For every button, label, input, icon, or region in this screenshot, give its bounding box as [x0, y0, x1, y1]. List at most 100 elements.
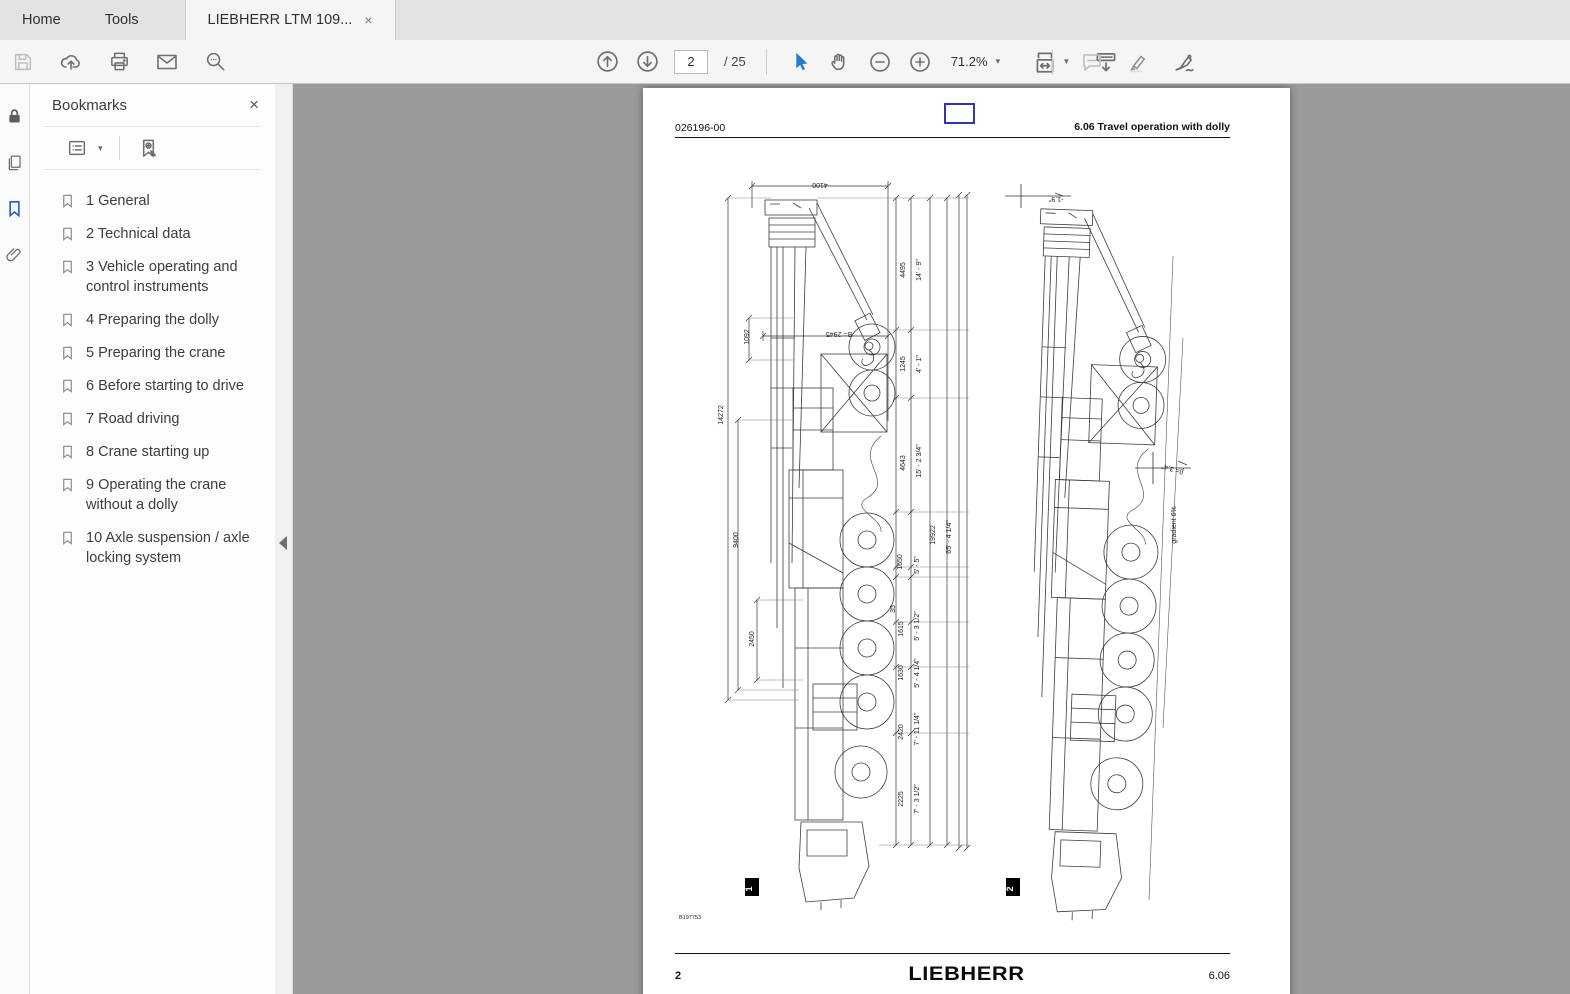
email-button[interactable] [154, 49, 180, 75]
bookmarks-list: 1 General 2 Technical data 3 Vehicle opera… [30, 170, 275, 574]
add-bookmark-icon [142, 139, 157, 157]
bookmark-glyph-icon [63, 412, 72, 426]
bookmarks-panel-button[interactable] [5, 198, 25, 218]
bookmark-item[interactable]: 8 Crane starting up [58, 435, 267, 468]
toolbar-separator [765, 48, 767, 75]
dimension-label: 2450 [749, 631, 756, 647]
dimension-label: 4495 [900, 262, 907, 278]
bookmarks-toolbar: ▾ [44, 126, 261, 170]
dimension-label: 7' - 11 1/4" [914, 712, 921, 745]
bookmark-item[interactable]: 7 Road driving [58, 402, 267, 435]
bookmark-item[interactable]: 3 Vehicle operating and control instrume… [58, 250, 267, 303]
zoom-out-icon [869, 51, 890, 72]
attachments-button[interactable] [5, 244, 25, 264]
bookmark-glyph-icon [63, 260, 72, 274]
page-thumbnails-button[interactable] [5, 152, 25, 172]
dimension-label: 5' - 5" [914, 556, 921, 574]
bookmark-item[interactable]: 6 Before starting to drive [58, 369, 267, 402]
bookmark-item[interactable]: 10 Axle suspension / axle locking system [58, 521, 267, 574]
panel-toolbar-separator [118, 136, 120, 160]
save-button[interactable] [10, 49, 36, 75]
bookmark-item-label: 2 Technical data [86, 225, 191, 242]
bookmark-item[interactable]: 2 Technical data [58, 217, 267, 250]
dimension-label: 15' - 2 3/4" [916, 444, 923, 478]
print-button[interactable] [106, 49, 132, 75]
page-footer-rule [675, 953, 1230, 954]
technical-drawing: 41004495 14' - 9"1092 B= 29451245 4' - 1"14… [679, 181, 1191, 924]
bookmark-glyph-icon [63, 346, 72, 360]
tab-document-label: LIEBHERR LTM 109... [207, 12, 353, 28]
page-total-label: / 25 [724, 54, 746, 69]
tab-home[interactable]: Home [0, 0, 83, 40]
protection-button[interactable] [5, 106, 25, 126]
dimension-label: 1245 [900, 356, 907, 372]
cloud-upload-icon [60, 54, 80, 70]
zoom-out-button[interactable] [867, 49, 893, 75]
dimension-label: 1 [744, 886, 754, 891]
close-panel-icon[interactable]: × [249, 95, 259, 115]
options-list-icon [68, 140, 86, 156]
tab-tools[interactable]: Tools [83, 0, 161, 40]
bookmark-item[interactable]: 1 General [58, 184, 267, 217]
next-page-button[interactable] [634, 49, 660, 75]
sign-pen-icon [1174, 54, 1194, 72]
bookmark-item[interactable]: 5 Preparing the crane [58, 336, 267, 369]
bookmark-item-label: 6 Before starting to drive [86, 377, 244, 394]
dimension-label: 2420 [898, 724, 905, 740]
document-viewport[interactable]: 026196-00 6.06 Travel operation with dol… [293, 84, 1570, 994]
tab-close-icon[interactable]: × [364, 13, 372, 27]
panel-collapse-strip[interactable] [275, 84, 293, 994]
bookmark-item-label: 7 Road driving [86, 410, 180, 427]
fill-sign-button[interactable] [1171, 49, 1197, 75]
bookmark-item[interactable]: 9 Operating the crane without a dolly [58, 468, 267, 521]
dimension-label: 35 [890, 605, 897, 613]
envelope-icon [157, 54, 177, 69]
previous-page-button[interactable] [594, 49, 620, 75]
bookmark-glyph-icon [63, 531, 72, 545]
bookmark-glyph-icon [63, 313, 72, 327]
dimension-label: 1650 [897, 554, 904, 570]
main-area: Bookmarks × ▾ 1 General 2 Technical data 3… [0, 84, 1570, 994]
select-tool-button[interactable] [787, 49, 813, 75]
bookmark-item-label: 8 Crane starting up [86, 443, 210, 460]
zoom-in-button[interactable] [907, 49, 933, 75]
bookmark-glyph-icon [63, 478, 72, 492]
comment-button[interactable] [1079, 49, 1105, 75]
highlight-button[interactable] [1125, 49, 1151, 75]
zoom-level-dropdown[interactable]: 71.2% ▾ [947, 51, 1004, 72]
dimension-label: 19922 [930, 525, 937, 545]
bookmark-glyph-icon [63, 445, 72, 459]
search-button[interactable] [202, 49, 228, 75]
dimension-label: 4' - 1" [916, 355, 923, 373]
new-bookmark-button[interactable] [136, 135, 162, 161]
select-arrow-icon [796, 52, 808, 70]
bookmarks-panel: Bookmarks × ▾ 1 General 2 Technical data 3… [30, 84, 275, 994]
bookmark-item-label: 3 Vehicle operating and control instrume… [86, 258, 238, 295]
dimension-label: 14' - 9" [916, 259, 923, 281]
hand-tool-button[interactable] [827, 49, 853, 75]
navigation-rail [0, 84, 30, 994]
bookmark-glyph-icon [63, 194, 72, 208]
dimension-label: 5' - 4 1/4" [914, 658, 921, 688]
dimension-label: 65' - 4 1/4" [946, 520, 953, 554]
page-number-input[interactable] [674, 49, 708, 74]
highlighter-icon [1130, 54, 1146, 72]
tab-document[interactable]: LIEBHERR LTM 109... × [184, 0, 396, 40]
dimension-label: 4643 [900, 455, 907, 471]
collapse-panel-icon[interactable] [279, 536, 287, 550]
bookmark-item-label: 5 Preparing the crane [86, 344, 226, 361]
figure-1-crane [764, 199, 896, 911]
chevron-down-icon: ▾ [995, 56, 1001, 66]
pages-icon [8, 155, 21, 170]
bookmark-options-button[interactable] [64, 135, 90, 161]
options-caret-icon[interactable]: ▾ [98, 143, 103, 154]
dimension-label: 2225 [898, 791, 905, 807]
dimension-label: -1.9° [1048, 195, 1063, 203]
bookmark-item[interactable]: 4 Preparing the dolly [58, 303, 267, 336]
bookmark-glyph-icon [63, 227, 72, 241]
bookmark-item-label: 10 Axle suspension / axle locking system [86, 529, 250, 566]
share-upload-button[interactable] [58, 49, 84, 75]
tab-bar: Home Tools LIEBHERR LTM 109... × [0, 0, 1570, 40]
zoom-in-icon [909, 51, 930, 72]
dimension-label: 9400 [733, 532, 740, 548]
